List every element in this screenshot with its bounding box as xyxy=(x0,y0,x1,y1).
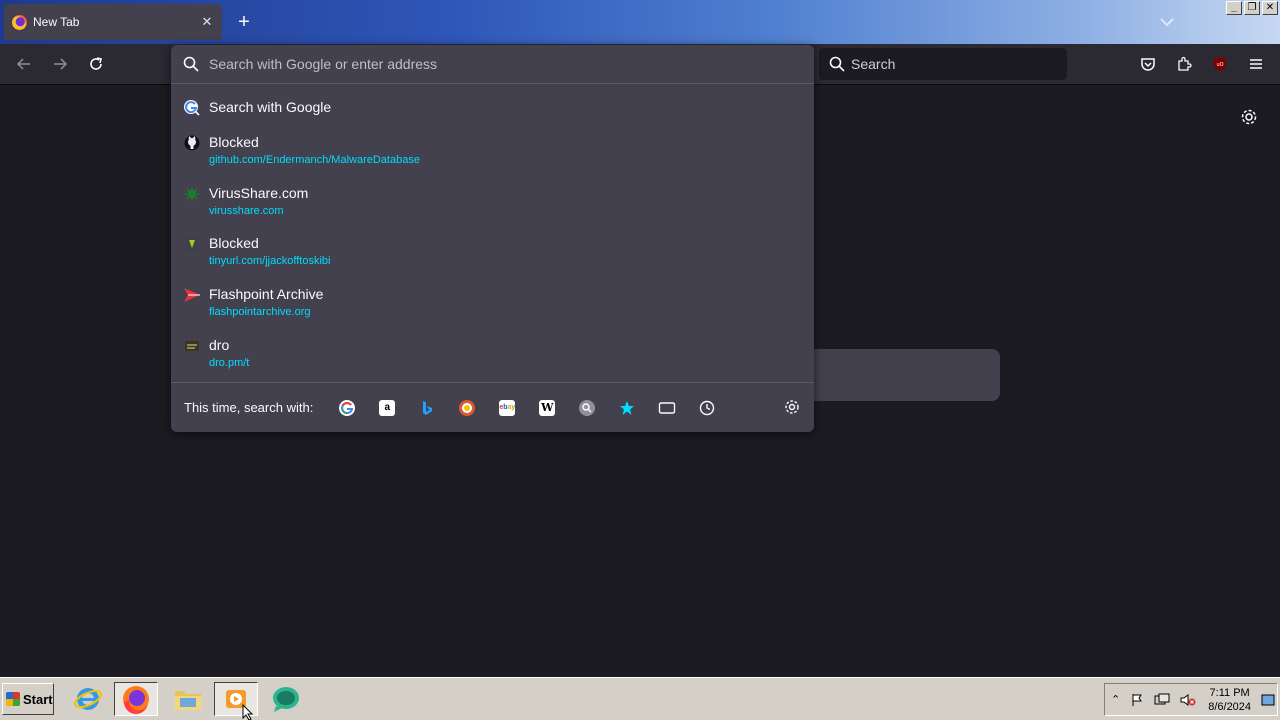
dro-icon xyxy=(183,337,201,355)
bookmarks-icon[interactable] xyxy=(607,393,647,423)
urlbar-result[interactable]: dro dro.pm/t xyxy=(179,336,806,371)
minimize-button[interactable]: _ xyxy=(1226,1,1242,15)
file-explorer-icon[interactable] xyxy=(166,682,210,716)
taskbar: Start ⌃ 7:11 PM 8/6/2024 xyxy=(0,677,1280,720)
result-url: dro.pm/t xyxy=(209,357,250,369)
one-off-label: This time, search with: xyxy=(184,400,314,415)
close-tab-button[interactable]: ✕ xyxy=(196,11,218,33)
result-title: Flashpoint Archive xyxy=(209,286,324,302)
hamburger-menu-icon xyxy=(1250,59,1262,69)
github-icon xyxy=(183,134,201,152)
search-icon xyxy=(829,56,845,72)
clock-date: 8/6/2024 xyxy=(1208,700,1252,713)
bing-engine-icon[interactable] xyxy=(407,393,447,423)
ublock-button[interactable]: uO xyxy=(1206,50,1234,78)
title-bar: New Tab ✕ + _ ❐ ✕ xyxy=(0,0,1280,44)
tab-new-tab[interactable]: New Tab ✕ xyxy=(4,4,222,40)
urlbar-result[interactable]: Blocked github.com/Endermanch/MalwareDat… xyxy=(179,133,806,168)
gear-icon xyxy=(1241,109,1257,125)
search-bar[interactable]: Search xyxy=(819,48,1067,80)
pocket-icon xyxy=(1141,58,1155,71)
result-url: flashpointarchive.org xyxy=(209,306,311,318)
result-title: Search with Google xyxy=(209,99,332,115)
urlbar-result[interactable]: Flashpoint Archive flashpointarchive.org xyxy=(179,285,806,320)
windows-logo-icon xyxy=(6,692,20,706)
window-controls: _ ❐ ✕ xyxy=(1226,1,1278,15)
urlbar-dropdown: Search with Google or enter address Sear… xyxy=(171,45,814,432)
system-tray: ⌃ 7:11 PM 8/6/2024 xyxy=(1104,683,1278,716)
forward-button[interactable] xyxy=(46,50,74,78)
urlbar-result[interactable]: VirusShare.com virusshare.com xyxy=(179,184,806,219)
search-engine-icon[interactable] xyxy=(567,393,607,423)
start-button[interactable]: Start xyxy=(2,683,54,715)
urlbar-placeholder: Search with Google or enter address xyxy=(209,56,438,72)
reload-button[interactable] xyxy=(82,50,110,78)
newtab-settings-button[interactable] xyxy=(1236,104,1262,130)
gear-icon xyxy=(785,400,799,414)
chat-app-icon[interactable] xyxy=(264,682,308,716)
urlbar-result[interactable]: Blocked tinyurl.com/jjackofftoskibi xyxy=(179,234,806,269)
reload-icon xyxy=(90,57,102,70)
puzzle-icon xyxy=(1178,56,1192,71)
list-all-tabs-button[interactable] xyxy=(1156,12,1178,32)
search-bar-placeholder: Search xyxy=(851,56,896,72)
search-settings-button[interactable] xyxy=(780,395,804,419)
back-button[interactable] xyxy=(10,50,38,78)
extensions-button[interactable] xyxy=(1170,50,1198,78)
svg-text:uO: uO xyxy=(1216,62,1223,68)
one-off-search-row: This time, search with: a ebay W xyxy=(171,382,814,432)
firefox-taskbar-icon[interactable] xyxy=(114,682,158,716)
arrow-left-icon xyxy=(16,58,30,70)
result-title: dro xyxy=(209,337,230,353)
internet-explorer-icon[interactable] xyxy=(66,682,110,716)
mouse-cursor-icon xyxy=(242,704,254,720)
action-center-flag-icon[interactable] xyxy=(1130,693,1144,707)
firefox-icon xyxy=(12,14,27,30)
ebay-engine-icon[interactable]: ebay xyxy=(487,393,527,423)
network-icon[interactable] xyxy=(1154,693,1170,707)
tab-title: New Tab xyxy=(33,15,80,29)
amazon-engine-icon[interactable]: a xyxy=(367,393,407,423)
arrow-right-icon xyxy=(54,58,68,70)
new-tab-button[interactable]: + xyxy=(232,10,256,34)
pocket-button[interactable] xyxy=(1134,50,1162,78)
google-search-icon xyxy=(183,99,201,117)
result-url: github.com/Endermanch/MalwareDatabase xyxy=(209,154,420,166)
result-url: tinyurl.com/jjackofftoskibi xyxy=(209,255,331,267)
tinyurl-icon xyxy=(183,235,201,253)
app-menu-button[interactable] xyxy=(1242,50,1270,78)
history-icon[interactable] xyxy=(687,393,727,423)
result-url: virusshare.com xyxy=(209,205,284,217)
wikipedia-engine-icon[interactable]: W xyxy=(527,393,567,423)
search-icon xyxy=(183,56,199,72)
tabs-icon[interactable] xyxy=(647,393,687,423)
show-desktop-icon[interactable] xyxy=(1261,693,1275,707)
duckduckgo-engine-icon[interactable] xyxy=(447,393,487,423)
start-label: Start xyxy=(23,691,53,707)
volume-muted-icon[interactable] xyxy=(1180,693,1196,707)
google-engine-icon[interactable] xyxy=(327,393,367,423)
result-title: Blocked xyxy=(209,235,259,251)
chevron-down-icon xyxy=(1160,18,1174,27)
urlbar-result[interactable]: Search with Google xyxy=(179,98,806,117)
close-window-button[interactable]: ✕ xyxy=(1262,1,1278,15)
flashpoint-icon xyxy=(183,286,201,304)
show-hidden-icons-button[interactable]: ⌃ xyxy=(1111,693,1120,706)
system-clock[interactable]: 7:11 PM 8/6/2024 xyxy=(1208,686,1251,714)
result-title: Blocked xyxy=(209,134,259,150)
result-title: VirusShare.com xyxy=(209,185,309,201)
virusshare-icon xyxy=(183,185,201,203)
urlbar-input[interactable]: Search with Google or enter address xyxy=(171,45,814,84)
clock-time: 7:11 PM xyxy=(1209,686,1250,699)
ublock-origin-icon: uO xyxy=(1214,57,1226,71)
restore-button[interactable]: ❐ xyxy=(1244,1,1260,15)
